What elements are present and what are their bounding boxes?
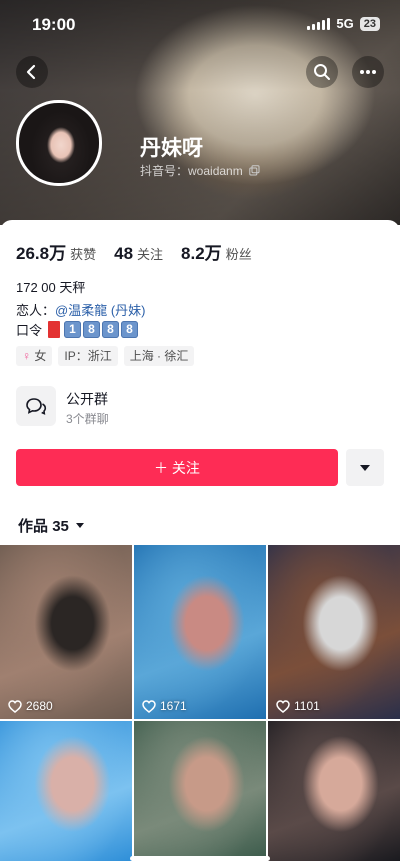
gender-tag: ♀ 女 xyxy=(16,346,53,366)
video-likes-count: 1671 xyxy=(160,699,187,713)
follow-button[interactable]: ＋ 关注 xyxy=(16,449,338,486)
video-thumbnail[interactable] xyxy=(268,721,400,861)
home-indicator xyxy=(130,856,270,861)
search-icon xyxy=(314,64,330,80)
heart-icon xyxy=(276,699,290,713)
group-title: 公开群 xyxy=(66,391,108,407)
caret-down-icon xyxy=(360,464,370,471)
chevron-left-icon xyxy=(26,64,36,80)
bio-line-lover: 恋人：@温柔龍 (丹妹) xyxy=(16,300,145,319)
search-button[interactable] xyxy=(306,56,338,88)
copy-icon[interactable] xyxy=(249,165,260,176)
network-label: 5G xyxy=(336,16,354,31)
works-label: 作品 xyxy=(18,518,49,535)
caret-down-icon xyxy=(76,523,85,528)
douyin-id: 抖音号：woaidanm xyxy=(140,162,260,179)
profile-tags: ♀ 女 IP：浙江 上海 · 徐汇 xyxy=(16,346,195,366)
female-icon: ♀ xyxy=(22,349,31,363)
code-digit: 8 xyxy=(102,320,120,338)
stat-followers[interactable]: 8.2万 粉丝 xyxy=(181,239,252,264)
code-label: 口令 xyxy=(16,323,43,338)
signal-icon xyxy=(307,17,331,30)
video-likes-count: 2680 xyxy=(26,699,53,713)
profile-card: 26.8万 获赞 48 关注 8.2万 粉丝 172 00 天秤 恋人：@温柔龍 (丹… xyxy=(0,220,400,866)
avatar[interactable] xyxy=(16,100,102,186)
stats-row: 26.8万 获赞 48 关注 8.2万 粉丝 xyxy=(16,239,270,264)
code-digit: 1 xyxy=(64,320,82,338)
lover-link[interactable]: @温柔龍 (丹妹) xyxy=(55,303,145,318)
tab-works[interactable]: 作品 35 xyxy=(18,515,85,536)
more-options-button[interactable] xyxy=(352,56,384,88)
video-thumbnail[interactable] xyxy=(0,721,132,861)
stat-likes[interactable]: 26.8万 获赞 xyxy=(16,239,96,264)
video-thumbnail[interactable] xyxy=(134,721,266,861)
red-envelope-icon xyxy=(48,321,61,338)
group-chat-icon xyxy=(16,386,56,426)
status-bar: 19:00 5G 23 xyxy=(0,0,400,48)
location-tag: 上海 · 徐汇 xyxy=(123,346,195,366)
profile-name: 丹妹呀 xyxy=(140,137,203,160)
code-digit: 8 xyxy=(83,320,101,338)
video-thumbnail[interactable]: 2680 xyxy=(0,545,132,719)
code-digit: 8 xyxy=(121,320,139,338)
video-grid: 2680 1671 1101 xyxy=(0,545,400,861)
video-likes: 1671 xyxy=(142,699,187,713)
group-subtitle: 3个群聊 xyxy=(66,412,109,426)
video-thumbnail[interactable]: 1101 xyxy=(268,545,400,719)
more-actions-button[interactable] xyxy=(346,449,384,486)
heart-icon xyxy=(142,699,156,713)
ip-tag: IP：浙江 xyxy=(58,346,118,366)
video-likes: 2680 xyxy=(8,699,53,713)
back-button[interactable] xyxy=(16,56,48,88)
douyin-id-value: woaidanm xyxy=(188,164,243,178)
video-likes: 1101 xyxy=(276,699,320,713)
works-count: 35 xyxy=(52,518,69,535)
bio-line-code: 口令 1 8 8 8 xyxy=(16,320,140,339)
bio-line-1: 172 00 天秤 xyxy=(16,280,86,295)
status-time: 19:00 xyxy=(32,15,76,34)
stat-following[interactable]: 48 关注 xyxy=(114,244,163,264)
video-likes-count: 1101 xyxy=(294,699,320,713)
battery-icon: 23 xyxy=(359,16,380,31)
public-group[interactable]: 公开群 3个群聊 xyxy=(16,386,384,430)
douyin-id-label: 抖音号： xyxy=(140,164,189,178)
video-thumbnail[interactable]: 1671 xyxy=(134,545,266,719)
lover-label: 恋人： xyxy=(16,303,56,318)
heart-icon xyxy=(8,699,22,713)
more-dots-icon xyxy=(360,70,376,74)
